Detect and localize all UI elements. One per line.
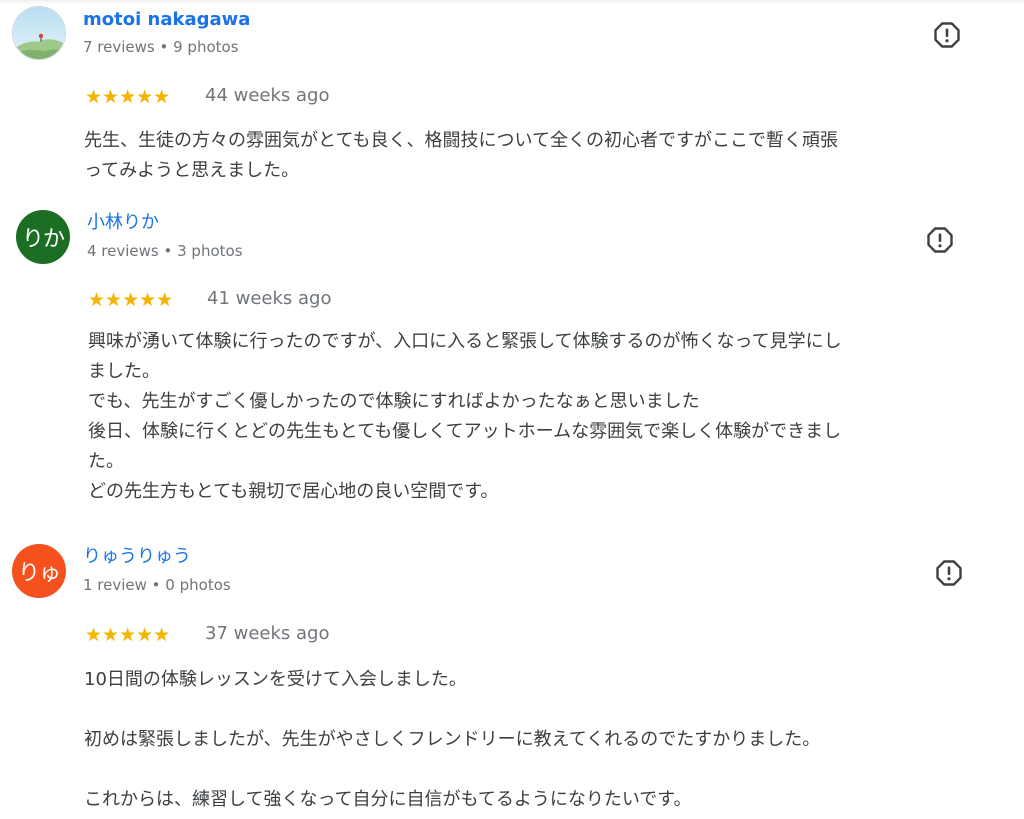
avatar-initials: りゅ [17, 561, 61, 586]
review-line: 後日、体験に行くとどの先生もとても優しくてアットホームな雰囲気で楽しく体験ができ… [88, 421, 842, 442]
star-rating: ★★★★★ [85, 87, 172, 107]
review-line: 興味が湧いて体験に行ったのですが、入口に入ると緊張して体験するのが怖くなって見学… [88, 331, 842, 352]
review-line: 初めは緊張しましたが、先生がやさしくフレンドリーに教えてくれるのでたすかりました… [84, 729, 821, 750]
review-line: でも、先生がすごく優しかったので体験にすればよかったなぁと思いました [88, 391, 700, 412]
review-age: 37 weeks ago [205, 623, 330, 644]
report-icon [927, 227, 953, 253]
reviewer-name[interactable]: りゅうりゅう [83, 545, 191, 569]
stars-icon: ★★★★★ [88, 289, 174, 311]
review-line [84, 755, 979, 785]
reviewer-avatar[interactable]: りゅ [12, 544, 66, 598]
reviewer-avatar[interactable] [12, 6, 66, 60]
reviewer-name[interactable]: motoi nakagawa [83, 8, 250, 32]
review-line: どの先生方もとても親切で居心地の良い空間です。 [88, 481, 499, 502]
reviewer-avatar[interactable]: りか [16, 210, 70, 264]
report-icon [936, 560, 962, 586]
reviewer-stats[interactable]: 1 review • 0 photos [83, 575, 231, 595]
report-button[interactable] [934, 558, 964, 588]
review-line: 先生、生徒の方々の雰囲気がとても良く、格闘技について全くの初心者ですがここで暫く… [84, 130, 839, 151]
review-line [84, 695, 979, 725]
review-text: 興味が湧いて体験に行ったのですが、入口に入ると緊張して体験するのが怖くなって見学… [88, 327, 983, 507]
reviewer-name[interactable]: 小林りか [87, 211, 159, 235]
reviewer-stats[interactable]: 7 reviews • 9 photos [83, 37, 239, 57]
star-rating: ★★★★★ [88, 290, 175, 310]
report-button[interactable] [932, 20, 962, 50]
review-line: た。 [88, 451, 124, 472]
review-line: ってみようと思えました。 [84, 160, 300, 181]
review-line: 10日間の体験レッスンを受けて入会しました。 [84, 669, 467, 690]
review-text: 先生、生徒の方々の雰囲気がとても良く、格闘技について全くの初心者ですがここで暫く… [84, 126, 979, 186]
review-text: 10日間の体験レッスンを受けて入会しました。 初めは緊張しましたが、先生がやさし… [84, 665, 979, 815]
reviewer-stats[interactable]: 4 reviews • 3 photos [87, 241, 243, 261]
report-button[interactable] [925, 225, 955, 255]
top-shadow [0, 0, 1024, 4]
reviews-page: motoi nakagawa 7 reviews • 9 photos ★★★★… [0, 0, 1024, 819]
star-rating: ★★★★★ [85, 625, 172, 645]
stars-icon: ★★★★★ [85, 86, 171, 108]
stars-icon: ★★★★★ [85, 624, 171, 646]
landscape-photo-icon [13, 7, 65, 59]
avatar-initials: りか [21, 227, 65, 252]
review-age: 41 weeks ago [207, 288, 332, 309]
review-age: 44 weeks ago [205, 85, 330, 106]
review-line: これからは、練習して強くなって自分に自信がもてるようになりたいです。 [84, 789, 692, 810]
report-icon [934, 22, 960, 48]
review-line: ました。 [88, 361, 160, 382]
